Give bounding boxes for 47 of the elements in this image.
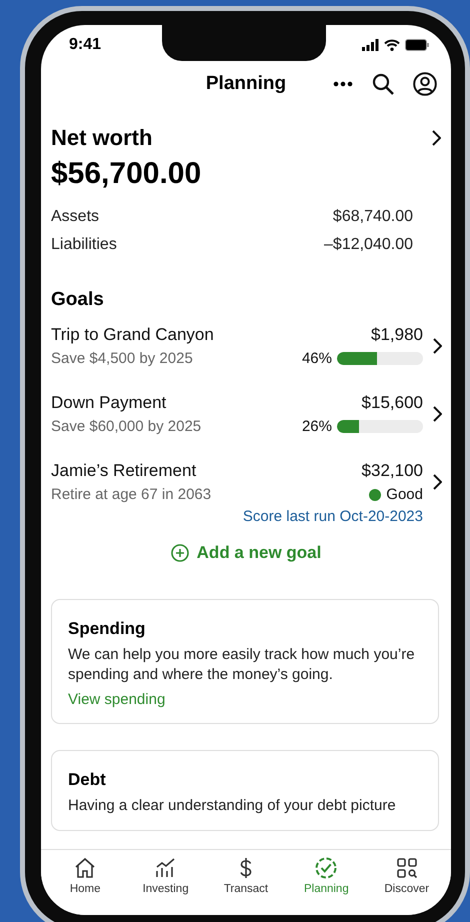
chevron-icon — [432, 338, 442, 354]
goal-amount: $32,100 — [360, 461, 423, 481]
goal-name: Trip to Grand Canyon — [51, 325, 215, 345]
goal-percent: 46% — [302, 350, 332, 367]
goal-detail: Retire at age 67 in 2063 — [51, 486, 212, 503]
grid-search-icon — [394, 856, 419, 880]
section-title: Goals — [51, 289, 104, 311]
home-icon — [73, 856, 98, 880]
page-title: Planning — [206, 73, 286, 95]
score-link[interactable]: Score last run Oct-20-2023 — [242, 508, 423, 525]
goal-name: Jamie’s Retirement — [51, 461, 198, 481]
status-time: 9:41 — [69, 36, 102, 54]
profile-icon[interactable] — [413, 72, 437, 96]
signal-icon — [362, 39, 379, 51]
goal-amount: $1,980 — [370, 325, 423, 345]
check-circle-icon — [314, 856, 338, 880]
row-label: Assets — [51, 208, 100, 226]
search-icon[interactable] — [372, 73, 394, 95]
tab-item[interactable]: Planning — [288, 856, 364, 915]
net-worth-amount: $56,700.00 — [51, 157, 202, 191]
tab-item[interactable]: Transact — [208, 856, 284, 915]
card-text: Having a clear understanding of your debt picture — [68, 796, 397, 816]
goal-name: Down Payment — [51, 393, 168, 413]
more-icon[interactable] — [333, 81, 353, 87]
plus-circle-icon — [170, 544, 189, 562]
chevron-icon — [432, 406, 442, 422]
card-title: Debt — [68, 770, 107, 790]
row-label: Liabilities — [51, 236, 117, 254]
card-link[interactable]: View spending — [68, 691, 166, 708]
tab-item[interactable]: Discover — [368, 856, 445, 915]
wifi-icon — [384, 39, 400, 51]
goal-detail: Save $4,500 by 2025 — [51, 350, 194, 367]
status-label: Good — [386, 486, 423, 503]
section-title: Net worth — [51, 125, 152, 151]
card-title: Spending — [68, 619, 146, 639]
row-value: $68,740.00 — [332, 208, 413, 226]
tab-item[interactable]: Home — [47, 856, 124, 915]
goal-percent: 26% — [302, 418, 332, 435]
add-goal-button[interactable]: Add a new goal — [170, 543, 322, 563]
battery-icon — [405, 39, 429, 51]
chevron-icon — [432, 474, 442, 490]
row-value: –$12,040.00 — [324, 236, 413, 254]
card-text: We can help you more easily track how much you’re spending and where the money’s going. — [68, 645, 416, 685]
chevron-icon — [431, 130, 441, 146]
tab-item[interactable]: Investing — [128, 856, 204, 915]
goal-detail: Save $60,000 by 2025 — [51, 418, 202, 435]
goal-amount: $15,600 — [360, 393, 423, 413]
